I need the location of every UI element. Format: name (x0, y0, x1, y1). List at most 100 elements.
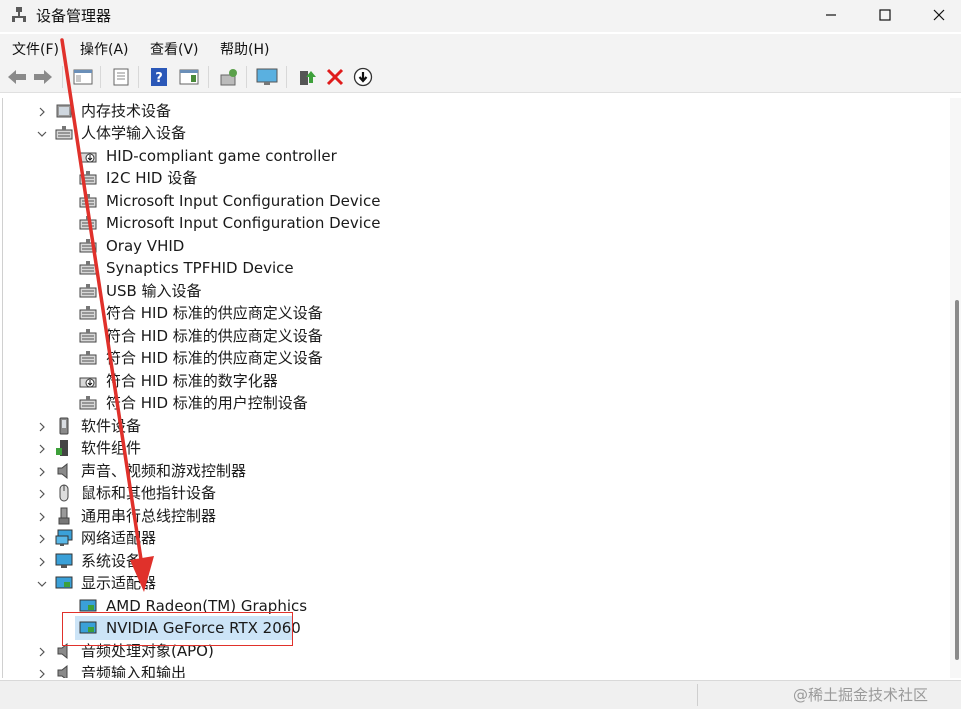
tree-category-label[interactable]: 显示适配器 (81, 572, 156, 594)
hid-icon (79, 351, 97, 365)
chevron-right-icon[interactable] (37, 557, 47, 567)
disable-device-icon (353, 67, 373, 87)
uninstall-icon (326, 68, 344, 86)
tree-category-label[interactable]: 声音、视频和游戏控制器 (81, 460, 246, 482)
toolbar-separator (138, 66, 139, 88)
back-button[interactable] (6, 66, 28, 88)
forward-button[interactable] (32, 66, 54, 88)
chevron-right-icon[interactable] (37, 422, 47, 432)
tree-device-label[interactable]: Microsoft Input Configuration Device (106, 212, 380, 234)
chevron-right-icon[interactable] (37, 489, 47, 499)
tree-category-label[interactable]: 人体学输入设备 (81, 122, 186, 144)
hid-icon (79, 306, 97, 320)
tree-device-label[interactable]: 符合 HID 标准的供应商定义设备 (106, 302, 323, 324)
update-driver-icon (300, 71, 316, 85)
hid-icon (79, 194, 97, 208)
toolbar-separator (246, 66, 247, 88)
toolbar-separator (286, 66, 287, 88)
tree-category-label[interactable]: 内存技术设备 (81, 100, 171, 122)
tree-category-label[interactable]: 通用串行总线控制器 (81, 505, 216, 527)
close-button[interactable] (913, 0, 961, 30)
disable-device-button[interactable] (352, 66, 374, 88)
tree-category-label[interactable]: 软件设备 (81, 415, 141, 437)
hid-icon (79, 329, 97, 343)
tree-category-label[interactable]: 网络适配器 (81, 527, 156, 549)
close-icon (933, 9, 945, 21)
device-manager-app-icon (12, 7, 26, 22)
hid-icon (55, 126, 73, 140)
update-driver-button[interactable] (296, 66, 318, 88)
properties-icon (113, 68, 129, 86)
chevron-right-icon[interactable] (37, 467, 47, 477)
scan-hardware-button[interactable] (218, 66, 240, 88)
hid-icon (79, 396, 97, 410)
chevron-down-icon[interactable] (37, 579, 47, 589)
system-device-icon (55, 553, 73, 568)
action-pane-button[interactable] (178, 66, 200, 88)
software-device-icon (59, 417, 69, 435)
speaker-icon (57, 664, 68, 678)
chevron-down-icon[interactable] (37, 129, 47, 139)
forward-icon (34, 70, 52, 84)
tree-device-label[interactable]: 符合 HID 标准的用户控制设备 (106, 392, 308, 414)
back-icon (8, 70, 26, 84)
device-tree[interactable]: 内存技术设备 人体学输入设备 HID-compliant game contro… (2, 98, 949, 678)
tree-device-label[interactable]: I2C HID 设备 (106, 167, 197, 189)
tree-device-label[interactable]: USB 输入设备 (106, 280, 202, 302)
tree-device-label[interactable]: HID-compliant game controller (106, 145, 337, 167)
minimize-icon (826, 14, 836, 16)
monitor-button[interactable] (256, 66, 278, 88)
minimize-button[interactable] (805, 0, 857, 30)
window-title: 设备管理器 (36, 7, 112, 25)
network-icon (55, 529, 73, 546)
action-pane-icon (179, 69, 199, 85)
help-icon: ? (151, 68, 167, 86)
chevron-right-icon[interactable] (37, 669, 47, 678)
menu-file[interactable]: 文件(F) (12, 39, 59, 59)
chevron-right-icon[interactable] (37, 534, 47, 544)
show-hide-console-tree-icon (73, 69, 93, 85)
tree-device-label[interactable]: 符合 HID 标准的供应商定义设备 (106, 347, 323, 369)
toolbar-separator (62, 66, 63, 88)
tree-device-label[interactable]: Microsoft Input Configuration Device (106, 190, 380, 212)
speaker-icon (57, 462, 68, 480)
console-tree-button[interactable] (72, 66, 94, 88)
tree-device-label[interactable]: Oray VHID (106, 235, 184, 257)
tree-category-label[interactable]: 音频输入和输出 (81, 662, 186, 678)
chevron-right-icon[interactable] (37, 444, 47, 454)
uninstall-button[interactable] (324, 66, 346, 88)
hid-icon (79, 171, 97, 185)
usb-icon (58, 507, 70, 525)
toolbar-separator (100, 66, 101, 88)
hid-icon (79, 284, 97, 298)
help-button[interactable]: ? (148, 66, 170, 88)
hid-download-icon (79, 377, 97, 388)
menu-view[interactable]: 查看(V) (150, 39, 199, 59)
tree-category-label[interactable]: 鼠标和其他指针设备 (81, 482, 216, 504)
hid-icon (79, 261, 97, 275)
tree-device-label[interactable]: Synaptics TPFHID Device (106, 257, 294, 279)
scrollbar-thumb[interactable] (955, 300, 959, 660)
display-adapter-icon (55, 576, 73, 589)
maximize-button[interactable] (859, 0, 911, 30)
title-bar: 设备管理器 (0, 0, 961, 32)
menu-bar: 文件(F) 操作(A) 查看(V) 帮助(H) (0, 34, 961, 60)
watermark: @稀土掘金技术社区 (793, 686, 929, 704)
menu-action[interactable]: 操作(A) (80, 39, 129, 59)
chevron-right-icon[interactable] (37, 647, 47, 657)
tree-device-label[interactable]: 符合 HID 标准的数字化器 (106, 370, 278, 392)
maximize-icon (879, 9, 891, 21)
tree-category-label[interactable]: 系统设备 (81, 550, 141, 572)
software-component-icon (56, 440, 68, 456)
svg-text:?: ? (155, 71, 163, 86)
tree-category-label[interactable]: 软件组件 (81, 437, 141, 459)
tree-device-label[interactable]: 符合 HID 标准的供应商定义设备 (106, 325, 323, 347)
menu-help[interactable]: 帮助(H) (220, 39, 269, 59)
status-divider (697, 684, 698, 706)
toolbar-separator (208, 66, 209, 88)
hid-icon (79, 216, 97, 230)
chevron-right-icon[interactable] (37, 512, 47, 522)
annotation-highlight-box (62, 612, 293, 646)
properties-button[interactable] (110, 66, 132, 88)
chevron-right-icon[interactable] (37, 107, 47, 117)
